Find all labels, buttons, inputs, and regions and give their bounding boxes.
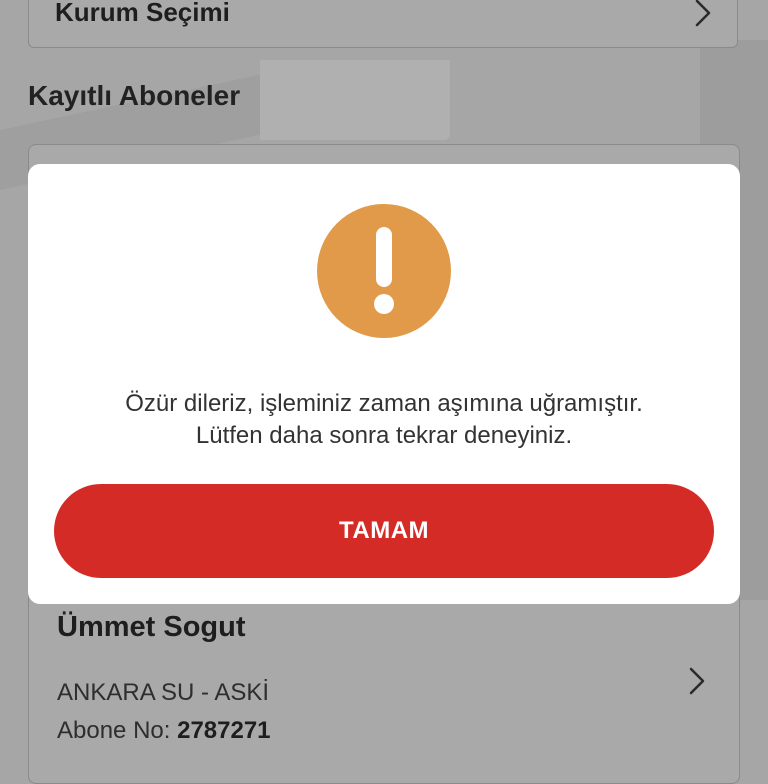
exclamation-icon (317, 204, 451, 338)
ok-button[interactable]: TAMAM (54, 484, 714, 578)
dialog-message-line1: Özür dileriz, işleminiz zaman aşımına uğ… (125, 390, 643, 417)
timeout-dialog: Özür dileriz, işleminiz zaman aşımına uğ… (28, 164, 740, 604)
dialog-message: Özür dileriz, işleminiz zaman aşımına uğ… (48, 388, 720, 452)
dialog-message-line2: Lütfen daha sonra tekrar deneyiniz. (195, 422, 573, 449)
